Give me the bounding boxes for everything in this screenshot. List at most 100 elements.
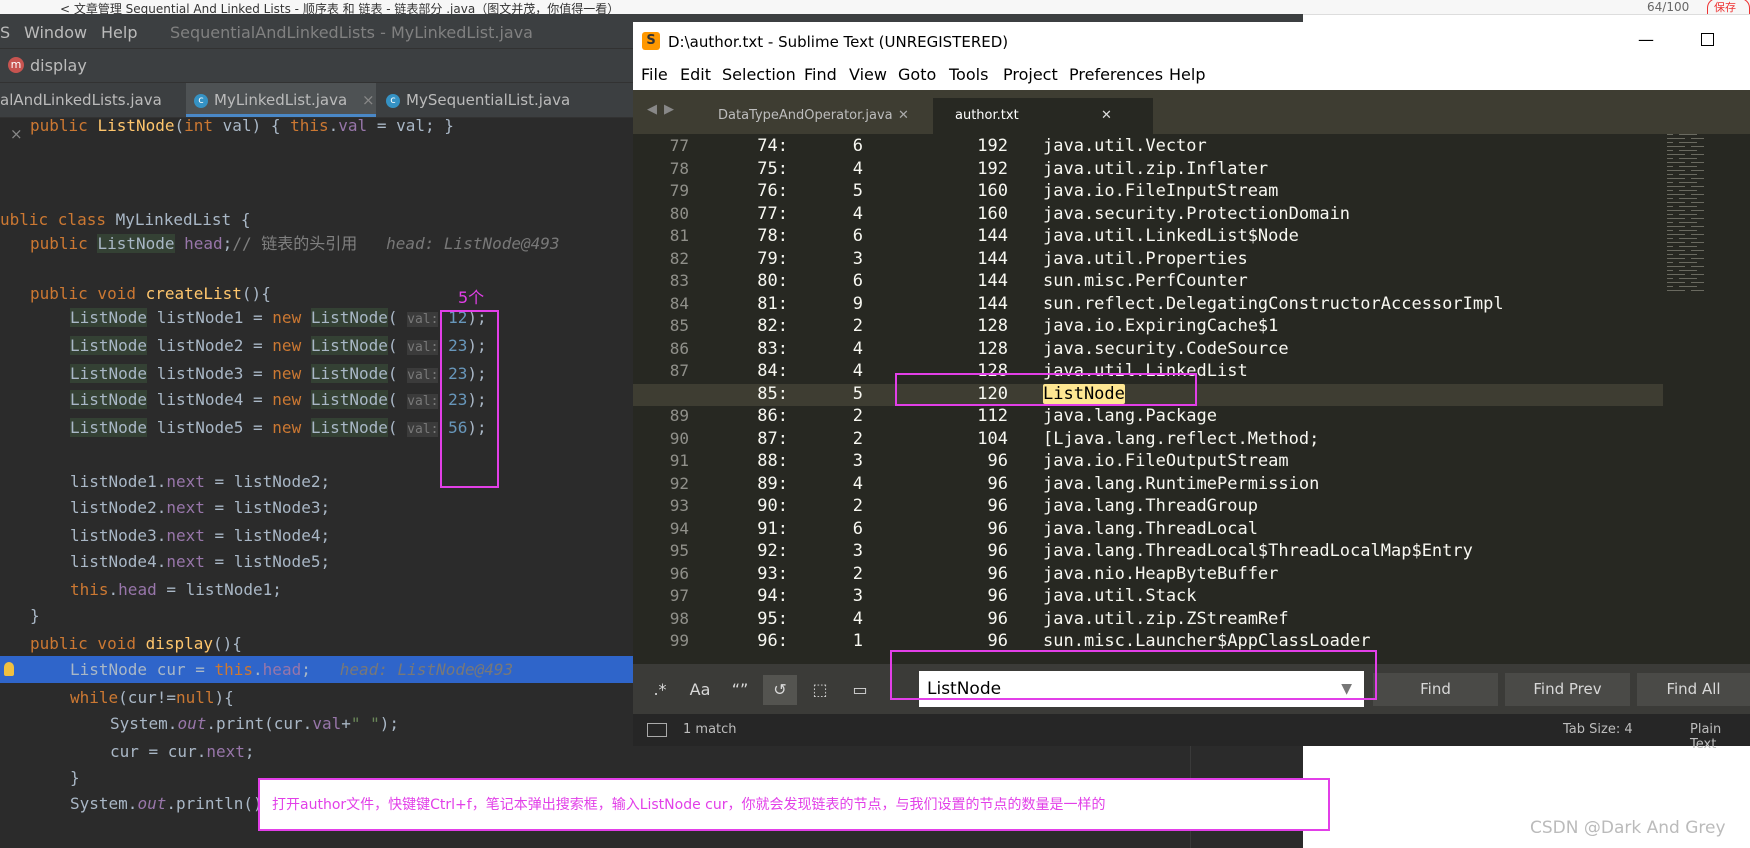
browser-strip: < 文章管理 Sequential And Linked Lists - 顺序表… — [0, 0, 1750, 15]
case-toggle[interactable]: Aa — [683, 675, 717, 705]
cell-size: 160 — [977, 181, 1008, 201]
cell-cls: java.security.CodeSource — [1043, 338, 1289, 359]
minimap-line — [1679, 290, 1685, 291]
regex-toggle[interactable]: .* — [643, 675, 677, 705]
text-row: 95: 4 96 java.util.zip.ZStreamRef — [713, 609, 1713, 631]
maximize-icon[interactable] — [1701, 33, 1714, 46]
minimap-line — [1679, 242, 1685, 243]
tab-data-type-and-operator[interactable]: DataTypeAndOperator.java ✕ — [688, 98, 928, 134]
sublime-logo-icon: S — [642, 32, 660, 50]
cell-size: 96 — [987, 451, 1008, 471]
cell-cls: java.util.zip.ZStreamRef — [1043, 608, 1289, 629]
text-row: 83: 4 128 java.security.CodeSource — [713, 339, 1713, 361]
tab-label: DataTypeAndOperator.java — [718, 108, 893, 123]
find-all-button[interactable]: Find All — [1637, 673, 1750, 706]
cell-cls: java.lang.ThreadGroup — [1043, 496, 1258, 516]
cell-cnt: 1 — [852, 631, 863, 651]
menu-selection[interactable]: Selection — [722, 65, 796, 84]
menu-view[interactable]: View — [849, 65, 887, 84]
tab-author-txt[interactable]: author.txt ✕ — [933, 98, 1153, 134]
close-icon[interactable]: ✕ — [898, 98, 909, 134]
minimap-line — [1691, 230, 1697, 231]
code-line: listNode2.next = listNode3; — [70, 498, 331, 517]
minimap-line — [1691, 150, 1697, 151]
sublime-title-bar: S D:\author.txt - Sublime Text (UNREGIST… — [633, 22, 1750, 62]
minimap-line — [1691, 250, 1704, 251]
line-number: 77 — [669, 136, 689, 155]
cell-idx: 93: — [757, 563, 788, 584]
minimap-line — [1691, 170, 1704, 171]
text-row: 78: 6 144 java.util.LinkedList$Node — [713, 226, 1713, 248]
cell-cnt: 2 — [852, 563, 863, 584]
cell-size: 96 — [987, 496, 1008, 516]
menu-help[interactable]: Help — [1169, 65, 1205, 84]
tab-nav-right-icon[interactable]: ▶ — [664, 102, 674, 117]
find-button[interactable]: Find — [1373, 673, 1498, 706]
minimap-line — [1691, 178, 1704, 179]
menu-project[interactable]: Project — [1003, 65, 1058, 84]
tab-label: alAndLinkedLists.java — [0, 91, 162, 109]
sublime-tab-bar: ◀ ▶ DataTypeAndOperator.java ✕ author.tx… — [633, 90, 1750, 134]
menu-goto[interactable]: Goto — [898, 65, 936, 84]
menu-find[interactable]: Find — [804, 65, 837, 84]
cell-size: 160 — [977, 203, 1008, 224]
ide-menu-item[interactable]: S — [0, 23, 10, 42]
minimize-icon[interactable]: — — [1638, 30, 1654, 49]
code-line: ListNode cur = this.head; head: ListNode… — [70, 660, 514, 679]
cell-cls: java.util.Stack — [1043, 586, 1197, 606]
minimap-line — [1667, 238, 1673, 239]
close-icon[interactable]: ✕ — [1101, 98, 1112, 134]
minimap[interactable] — [1663, 134, 1750, 664]
tab-size[interactable]: Tab Size: 4 — [1563, 722, 1633, 737]
cell-cnt: 4 — [852, 338, 863, 359]
cell-size: 104 — [977, 428, 1008, 449]
find-prev-button[interactable]: Find Prev — [1505, 673, 1630, 706]
minimap-line — [1679, 178, 1685, 179]
ide-menu-item[interactable]: Window — [24, 23, 87, 42]
minimap-line — [1667, 222, 1673, 223]
line-number: 85 — [669, 316, 689, 335]
tab-label: author.txt — [955, 108, 1019, 123]
menu-preferences[interactable]: Preferences — [1069, 65, 1163, 84]
cell-idx: 78: — [757, 226, 788, 246]
minimap-line — [1691, 186, 1704, 187]
line-number: 93 — [669, 496, 689, 515]
cell-cls: java.security.ProtectionDomain — [1043, 203, 1351, 224]
ide-menu-item[interactable]: Help — [101, 23, 137, 42]
browser-breadcrumb[interactable]: < 文章管理 Sequential And Linked Lists - 顺序表… — [60, 0, 619, 14]
minimap-line — [1667, 158, 1673, 159]
minimap-line — [1667, 286, 1673, 287]
text-row: 79: 3 144 java.util.Properties — [713, 249, 1713, 271]
whole-word-toggle[interactable]: “” — [723, 675, 757, 705]
text-row: 81: 9 144 sun.reflect.DelegatingConstructor… — [713, 294, 1713, 316]
close-icon[interactable]: × — [362, 91, 375, 109]
syntax-label[interactable]: Plain Text — [1690, 722, 1750, 752]
cell-cnt: 5 — [852, 181, 863, 201]
cell-cnt: 2 — [852, 316, 863, 336]
minimap-line — [1679, 194, 1685, 195]
cell-cls: java.lang.RuntimePermission — [1043, 473, 1320, 494]
in-selection-toggle[interactable]: ⬚ — [803, 675, 837, 705]
cell-cls: java.nio.HeapByteBuffer — [1043, 563, 1279, 584]
menu-edit[interactable]: Edit — [680, 65, 711, 84]
text-row: 94: 3 96 java.util.Stack — [713, 586, 1713, 608]
tab-nav-left-icon[interactable]: ◀ — [647, 102, 657, 117]
minimap-line — [1691, 202, 1704, 203]
cell-cls: [Ljava.lang.reflect.Method; — [1043, 428, 1320, 449]
menu-tools[interactable]: Tools — [949, 65, 988, 84]
line-number: 87 — [669, 361, 689, 380]
bulb-icon[interactable] — [4, 662, 14, 676]
wrap-toggle[interactable]: ↺ — [763, 675, 797, 705]
menu-file[interactable]: File — [641, 65, 668, 84]
minimap-line — [1691, 246, 1697, 247]
panel-icon[interactable] — [647, 723, 667, 737]
minimap-line — [1691, 134, 1697, 135]
note-box: 打开author文件，快键键Ctrl+f，笔记本弹出搜索框，输入ListNode… — [258, 778, 1330, 831]
save-draft-button[interactable]: 保存草稿 — [1707, 0, 1750, 14]
highlight-matches-toggle[interactable]: ▭ — [843, 675, 877, 705]
code-line: ListNode listNode5 = new ListNode( val: … — [70, 418, 487, 437]
watermark: CSDN @Dark And Grey — [1530, 818, 1726, 838]
breadcrumb-display[interactable]: display — [30, 56, 87, 75]
code-line: cur = cur.next; — [110, 742, 255, 761]
minimap-line — [1679, 266, 1685, 267]
